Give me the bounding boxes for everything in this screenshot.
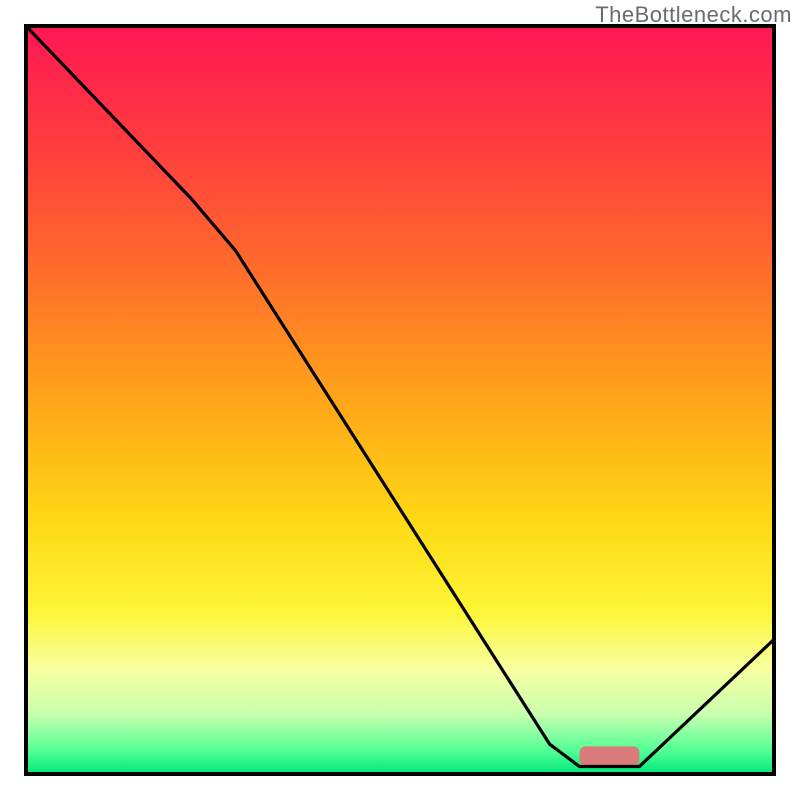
chart-stage: TheBottleneck.com	[0, 0, 800, 800]
bottleneck-chart	[0, 0, 800, 800]
optimum-marker-bar	[580, 746, 640, 765]
plot-background-gradient	[26, 26, 774, 774]
